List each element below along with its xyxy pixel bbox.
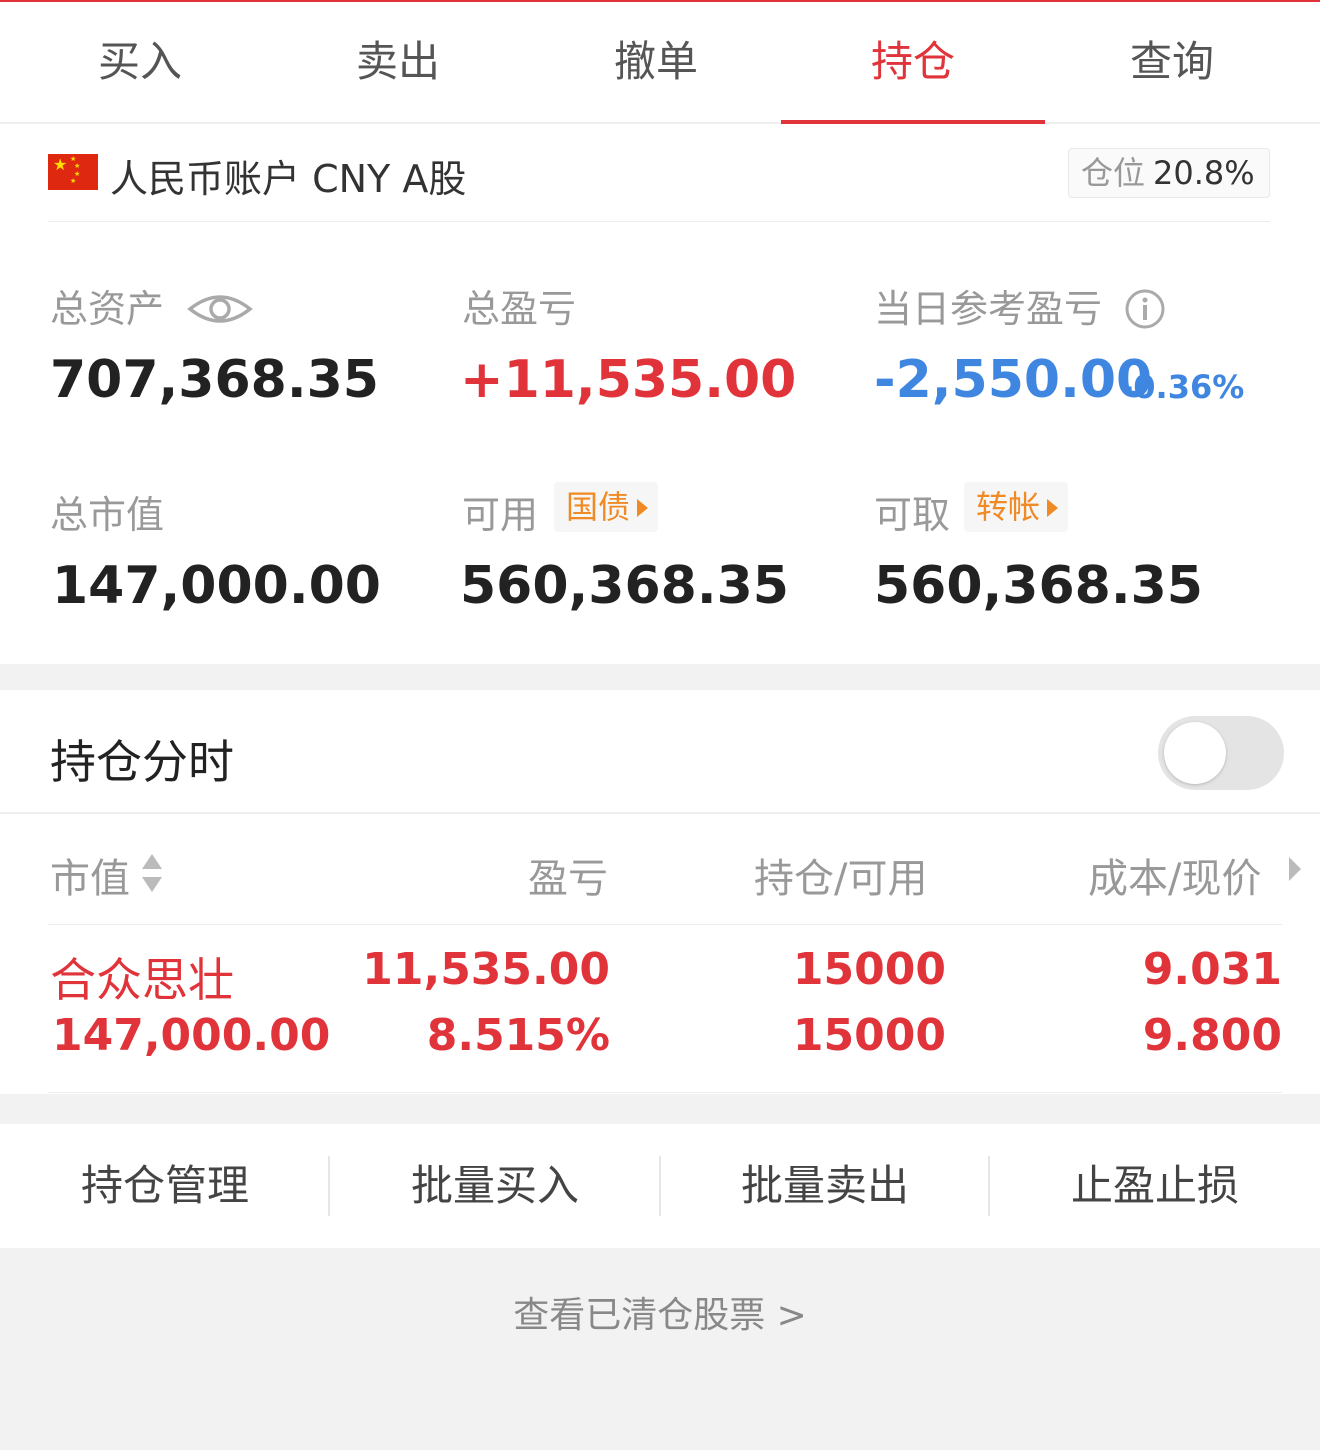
tab-buy[interactable]: 买入 (8, 2, 272, 124)
china-flag-icon: ★ ★ ★ ★ ★ (48, 154, 98, 190)
stock-position: 15000 (792, 944, 946, 995)
day-pnl-percent: -0.36% (1120, 368, 1245, 406)
column-header-pnl: 盈亏 (528, 856, 608, 902)
total-pnl-value: +11,535.00 (460, 350, 797, 410)
holdings-section: 持仓分时 市值 盈亏 持仓/可用 成本/现价 合众思壮 147,000.00 1… (0, 690, 1320, 1094)
tab-sell[interactable]: 卖出 (266, 2, 530, 124)
tab-query[interactable]: 查询 (1040, 2, 1304, 124)
play-arrow-icon (1047, 499, 1059, 517)
market-value-label: 总市值 (50, 493, 165, 537)
batch-buy-button[interactable]: 批量买入 (330, 1124, 660, 1248)
tab-holdings[interactable]: 持仓 (781, 2, 1045, 126)
column-header-cost-price[interactable]: 成本/现价 (1088, 846, 1261, 904)
holdings-action-bar: 持仓管理 批量买入 批量卖出 止盈止损 (0, 1124, 1320, 1248)
divider (0, 812, 1320, 814)
toggle-knob (1164, 722, 1226, 784)
total-assets-label: 总资产 (50, 287, 165, 331)
stock-pnl-percent: 8.515% (426, 1010, 610, 1061)
day-pnl-label-group: 当日参考盈亏 (874, 278, 1166, 333)
transfer-label: 转帐 (976, 488, 1041, 526)
stock-market-value: 147,000.00 (52, 1010, 331, 1061)
day-pnl-value: -2,550.00 (874, 350, 1153, 410)
trade-tabs: 买入 卖出 撤单 持仓 查询 (0, 2, 1320, 126)
treasury-bond-label: 国债 (566, 488, 631, 526)
column-header-market-value[interactable]: 市值 (50, 846, 130, 904)
total-assets-label-group: 总资产 (50, 278, 254, 333)
total-assets-value: 707,368.35 (50, 350, 379, 410)
transfer-button[interactable]: 转帐 (964, 482, 1069, 532)
available-value: 560,368.35 (460, 556, 789, 616)
stock-available: 15000 (792, 1010, 946, 1061)
view-cleared-stocks-link[interactable]: 查看已清仓股票 > (0, 1286, 1320, 1338)
sort-icon[interactable] (140, 852, 164, 894)
stock-name: 合众思壮 (50, 953, 234, 1007)
stock-pnl: 11,535.00 (362, 944, 610, 995)
info-icon[interactable] (1124, 288, 1166, 330)
market-value-value: 147,000.00 (52, 556, 381, 616)
batch-sell-button[interactable]: 批量卖出 (660, 1124, 990, 1248)
play-arrow-icon (1289, 857, 1301, 881)
day-pnl-label: 当日参考盈亏 (874, 287, 1103, 331)
stock-price: 9.800 (1142, 1010, 1282, 1061)
total-pnl-label: 总盈亏 (462, 287, 577, 331)
holdings-management-button[interactable]: 持仓管理 (0, 1124, 330, 1248)
account-name: 人民币账户 CNY A股 (110, 157, 467, 201)
position-value: 20.8% (1153, 154, 1255, 192)
eye-icon[interactable] (186, 289, 254, 329)
treasury-bond-button[interactable]: 国债 (554, 482, 659, 532)
table-row[interactable]: 合众思壮 147,000.00 11,535.00 8.515% 15000 1… (0, 924, 1320, 1094)
play-arrow-icon (637, 499, 649, 517)
available-label: 可用 (462, 493, 539, 537)
stock-cost: 9.031 (1142, 944, 1282, 995)
position-label: 仓位 (1081, 154, 1146, 192)
holdings-intraday-title: 持仓分时 (50, 735, 234, 789)
withdrawable-value: 560,368.35 (874, 556, 1203, 616)
account-summary-card: ★ ★ ★ ★ ★ 人民币账户 CNY A股 仓位 20.8% 总资产 707,3… (0, 124, 1320, 664)
withdrawable-label: 可取 (874, 493, 951, 537)
position-ratio-badge: 仓位 20.8% (1068, 148, 1270, 198)
take-profit-stop-loss-button[interactable]: 止盈止损 (990, 1124, 1320, 1248)
holdings-intraday-toggle[interactable] (1158, 716, 1284, 790)
column-header-position-available: 持仓/可用 (754, 856, 928, 902)
divider (48, 1092, 1282, 1093)
tab-cancel-order[interactable]: 撤单 (524, 2, 788, 124)
account-header: ★ ★ ★ ★ ★ 人民币账户 CNY A股 仓位 20.8% (48, 124, 1270, 222)
